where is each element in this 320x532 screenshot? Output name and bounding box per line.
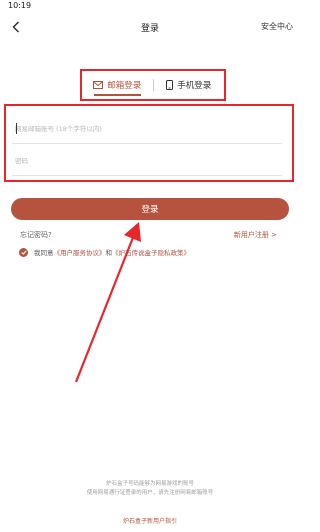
footer-line-2: 使用网易通行证登录的用户，请先注册网易邮箱账号 [86,490,214,496]
footer-line-1: 炉石盒子号码能够为网易游戏的账号 [105,481,194,487]
new-user-guide-link[interactable]: 炉石盒子新用户指引 [0,516,300,525]
footer-note: 炉石盒子号码能够为网易游戏的账号 使用网易通行证登录的用户，请先注册网易邮箱账号 [0,480,300,498]
annotation-arrow [74,222,141,383]
